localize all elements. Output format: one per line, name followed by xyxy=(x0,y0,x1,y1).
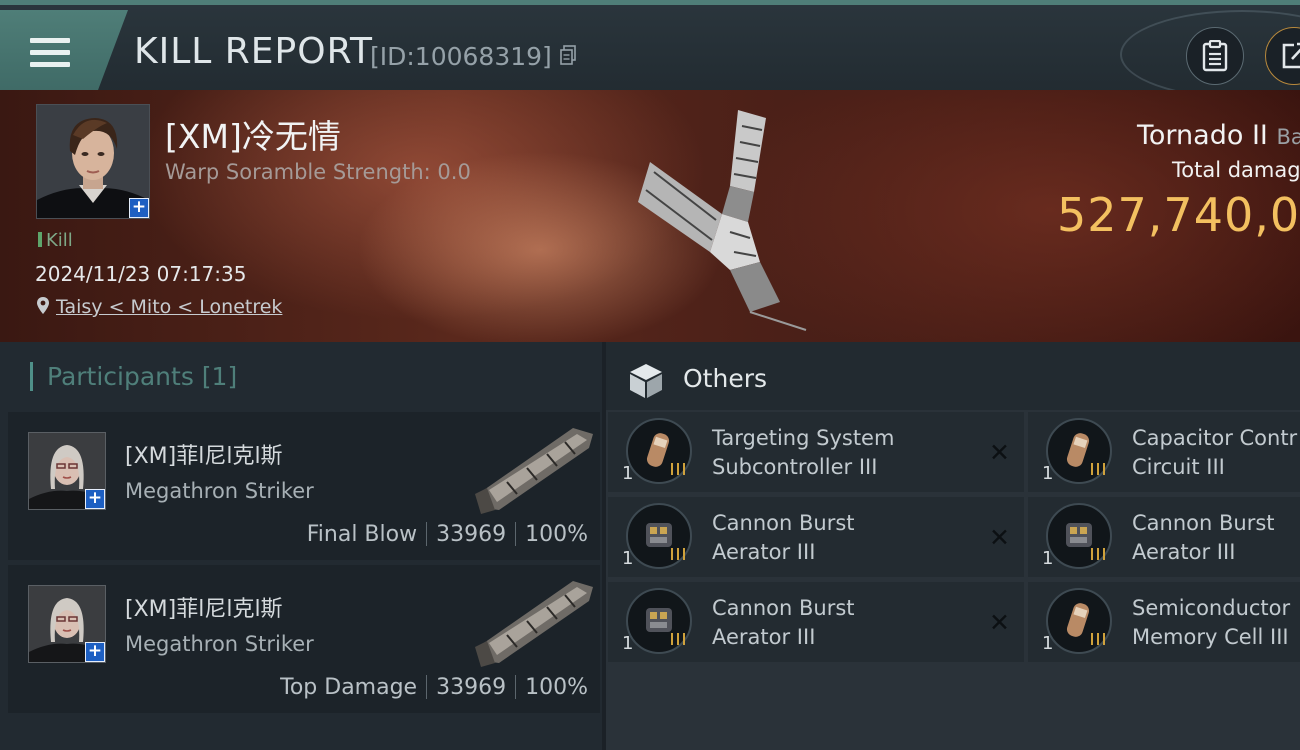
clipboard-button[interactable] xyxy=(1186,27,1244,85)
participants-panel: Participants [1] + [XM]菲l尼l克l斯 Megathron… xyxy=(0,342,602,750)
participant-name: [XM]菲l尼l克l斯 xyxy=(125,597,283,622)
kill-datetime: 2024/11/23 07:17:35 xyxy=(35,262,247,286)
tier-3-icon xyxy=(671,633,685,645)
participant-ship: Megathron Striker xyxy=(125,632,314,656)
item-name: Semiconductor Memory Cell III xyxy=(1132,596,1291,649)
victim-banner: + [XM]冷无情 Warp Soramble Strength: 0.0 Ki… xyxy=(0,90,1300,342)
add-contact-button[interactable]: + xyxy=(85,642,105,662)
participant-damage: 33969 xyxy=(436,522,507,547)
item-name: Cannon Burst Aerator III xyxy=(712,511,855,564)
participant-stats: Top Damage 33969 100% xyxy=(280,675,588,700)
fitted-item[interactable]: 1 Semiconductor Memory Cell III xyxy=(1028,582,1300,662)
menu-button[interactable] xyxy=(0,10,128,92)
tier-3-icon xyxy=(671,463,685,475)
ship-type: Tornado II Ba xyxy=(1137,120,1300,151)
destroyed-marker-icon: ✕ xyxy=(989,523,1010,552)
item-quantity: 1 xyxy=(622,548,634,569)
kill-location[interactable]: Taisy < Mito < Lonetrek xyxy=(36,296,282,318)
participant-card[interactable]: + [XM]菲l尼l克l斯 Megathron Striker Top Dama… xyxy=(8,565,600,713)
destroyed-marker-icon: ✕ xyxy=(989,438,1010,467)
participant-role: Final Blow xyxy=(306,522,418,547)
weapon-icon xyxy=(475,581,593,667)
ship-image xyxy=(638,110,807,331)
item-quantity: 1 xyxy=(622,633,634,654)
tier-3-icon xyxy=(1091,463,1105,475)
participant-damage-percent: 100% xyxy=(525,522,588,547)
weapon-icon xyxy=(475,428,593,514)
participant-ship: Megathron Striker xyxy=(125,479,314,503)
fitted-item[interactable]: 1 Cannon Burst Aerator III xyxy=(1028,497,1300,577)
participant-portrait[interactable]: + xyxy=(28,432,106,510)
participant-role: Top Damage xyxy=(280,675,418,700)
item-name: Capacitor Contr Circuit III xyxy=(1132,426,1298,479)
participant-damage-percent: 100% xyxy=(525,675,588,700)
add-contact-button[interactable]: + xyxy=(129,198,149,218)
tier-3-icon xyxy=(1091,633,1105,645)
others-header: Others xyxy=(606,342,1300,410)
kill-indicator-icon xyxy=(38,232,42,247)
item-name: Cannon Burst Aerator III xyxy=(712,596,855,649)
tier-3-icon xyxy=(671,548,685,560)
participant-damage: 33969 xyxy=(436,675,507,700)
top-bar: KILL REPORT [ID:10068319] xyxy=(0,0,1300,99)
tier-3-icon xyxy=(1091,548,1105,560)
fitted-item[interactable]: 1 Cannon Burst Aerator III ✕ xyxy=(608,497,1024,577)
others-panel: Others 1 Targeting System Subcontroller I… xyxy=(606,342,1300,750)
item-quantity: 1 xyxy=(1042,463,1054,484)
participant-card[interactable]: + [XM]菲l尼l克l斯 Megathron Striker Final Bl… xyxy=(8,412,600,560)
fitted-item[interactable]: 1 Capacitor Contr Circuit III xyxy=(1028,412,1300,492)
copy-icon[interactable] xyxy=(560,45,576,65)
victim-portrait[interactable]: + xyxy=(36,104,150,219)
victim-name: [XM]冷无情 xyxy=(165,117,341,156)
item-quantity: 1 xyxy=(622,463,634,484)
location-pin-icon xyxy=(37,297,49,314)
participant-stats: Final Blow 33969 100% xyxy=(307,522,588,547)
fitted-item[interactable]: 1 Cannon Burst Aerator III ✕ xyxy=(608,582,1024,662)
item-name: Targeting System Subcontroller III xyxy=(712,426,895,479)
warp-scramble-strength: Warp Soramble Strength: 0.0 xyxy=(165,160,471,184)
total-damage-label: Total damag xyxy=(1172,158,1300,182)
clipboard-icon xyxy=(1202,40,1228,72)
page-title: KILL REPORT xyxy=(134,31,373,72)
fitted-item[interactable]: 1 Targeting System Subcontroller III ✕ xyxy=(608,412,1024,492)
kill-tag: Kill xyxy=(38,230,73,251)
hamburger-menu-icon xyxy=(30,38,70,70)
external-link-icon xyxy=(1282,42,1300,69)
report-id: [ID:10068319] xyxy=(370,42,552,71)
others-title: Others xyxy=(683,364,768,393)
participant-name: [XM]菲l尼l克l斯 xyxy=(125,444,283,469)
item-name: Cannon Burst Aerator III xyxy=(1132,511,1275,564)
participants-title: Participants [1] xyxy=(30,362,237,391)
destroyed-marker-icon: ✕ xyxy=(989,608,1010,637)
item-quantity: 1 xyxy=(1042,548,1054,569)
item-quantity: 1 xyxy=(1042,633,1054,654)
cube-icon xyxy=(630,364,662,398)
participant-portrait[interactable]: + xyxy=(28,585,106,663)
add-contact-button[interactable]: + xyxy=(85,489,105,509)
total-damage-value: 527,740,05 xyxy=(1057,188,1300,242)
